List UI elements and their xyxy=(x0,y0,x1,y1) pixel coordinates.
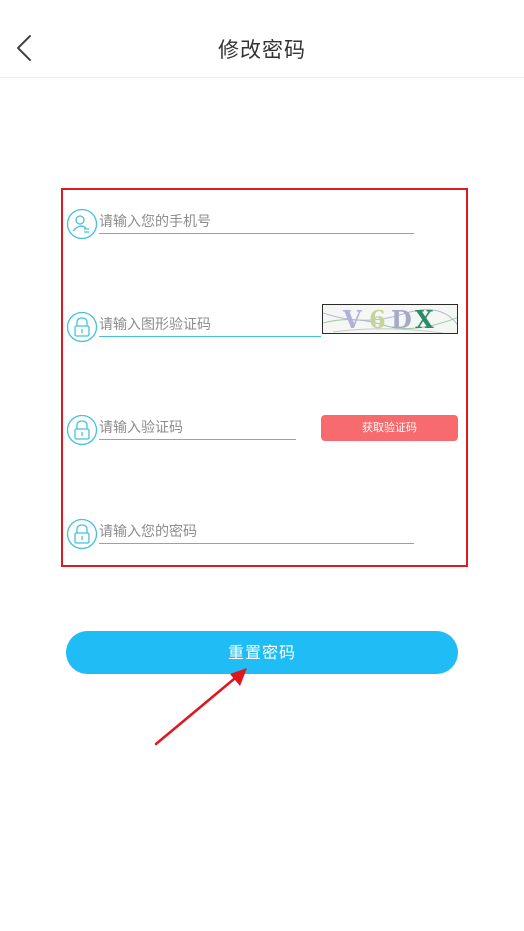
lock-icon xyxy=(66,414,98,446)
reset-password-button[interactable]: 重置密码 xyxy=(66,631,458,674)
captcha-char: V xyxy=(343,305,362,334)
user-icon xyxy=(66,208,98,240)
highlight-box xyxy=(61,188,468,567)
captcha-char: X xyxy=(415,305,434,334)
sms-code-input[interactable] xyxy=(99,418,296,440)
captcha-input[interactable] xyxy=(99,315,321,337)
captcha-image[interactable]: V 6 D X xyxy=(322,304,458,334)
annotation-arrow xyxy=(154,668,247,746)
phone-input[interactable] xyxy=(99,212,414,234)
lock-icon xyxy=(66,311,98,343)
password-input[interactable] xyxy=(99,522,414,544)
lock-icon xyxy=(66,518,98,550)
page-title: 修改密码 xyxy=(218,38,306,62)
captcha-char: D xyxy=(391,305,412,334)
get-sms-code-button[interactable]: 获取验证码 xyxy=(321,415,458,441)
captcha-char: 6 xyxy=(369,305,386,334)
top-bar: 修改密码 xyxy=(0,0,524,78)
